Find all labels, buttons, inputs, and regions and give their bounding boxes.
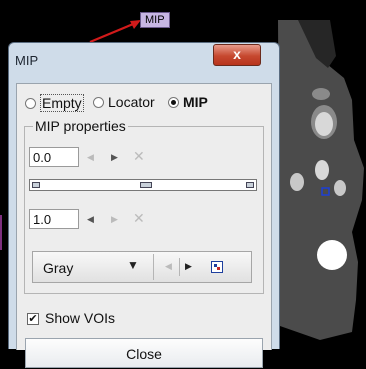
radio-label-locator: Locator (108, 94, 155, 110)
radio-button (25, 97, 36, 109)
title-bar[interactable]: MIP x (9, 43, 279, 75)
triangle-left-icon[interactable]: ◀ (165, 261, 172, 272)
mip-tooltip: MIP (140, 12, 170, 28)
mip-properties-legend: MIP properties (33, 118, 128, 134)
clear-x-icon[interactable]: ✕ (133, 148, 145, 165)
triangle-right-icon[interactable]: ▶ (111, 214, 118, 225)
mip-dialog: MIP x Empty Locator MIP MIP properties 0… (8, 42, 280, 368)
colormap-value: Gray (43, 260, 74, 276)
triangle-left-icon[interactable]: ◀ (87, 152, 94, 163)
slider-thumb-upper[interactable] (246, 182, 254, 188)
close-button[interactable]: Close (25, 338, 263, 368)
slider-thumb-middle[interactable] (140, 182, 152, 188)
radio-empty[interactable]: Empty (25, 94, 84, 112)
show-vois-label: Show VOIs (45, 310, 116, 326)
colormap-dropdown[interactable]: Gray ▼ ◀ ▶ (32, 251, 252, 283)
bright-region-3 (317, 240, 347, 270)
dialog-content: Empty Locator MIP MIP properties 0.0 ◀ ▶… (16, 83, 272, 368)
triangle-right-icon[interactable]: ▶ (185, 261, 192, 272)
radio-label-empty: Empty (40, 94, 84, 112)
color-table-icon[interactable] (211, 261, 223, 273)
triangle-left-icon[interactable]: ◀ (87, 214, 94, 225)
show-vois-checkbox[interactable]: ✔ (27, 313, 39, 325)
clear-x-icon[interactable]: ✕ (133, 210, 145, 227)
divider (179, 258, 180, 276)
bright-region-2 (315, 160, 329, 180)
radio-button (93, 96, 104, 108)
checkmark-icon: ✔ (28, 313, 38, 325)
radio-locator[interactable]: Locator (93, 94, 155, 110)
lower-value-field[interactable]: 0.0 (29, 147, 79, 167)
radio-button-selected (168, 96, 179, 108)
radio-mip[interactable]: MIP (168, 94, 208, 110)
triangle-right-icon[interactable]: ▶ (111, 152, 118, 163)
range-slider[interactable] (29, 179, 257, 191)
dialog-title: MIP (15, 53, 39, 68)
slider-thumb-lower[interactable] (32, 182, 40, 188)
mip-properties-group: MIP properties 0.0 ◀ ▶ ✕ 1.0 ◀ ▶ ✕ Gray … (24, 118, 264, 294)
close-icon[interactable]: x (213, 44, 261, 66)
dropdown-caret-icon[interactable]: ▼ (127, 258, 139, 272)
close-button-label: Close (126, 346, 162, 362)
divider (153, 254, 154, 280)
upper-value-field[interactable]: 1.0 (29, 209, 79, 229)
radio-label-mip: MIP (183, 94, 208, 110)
